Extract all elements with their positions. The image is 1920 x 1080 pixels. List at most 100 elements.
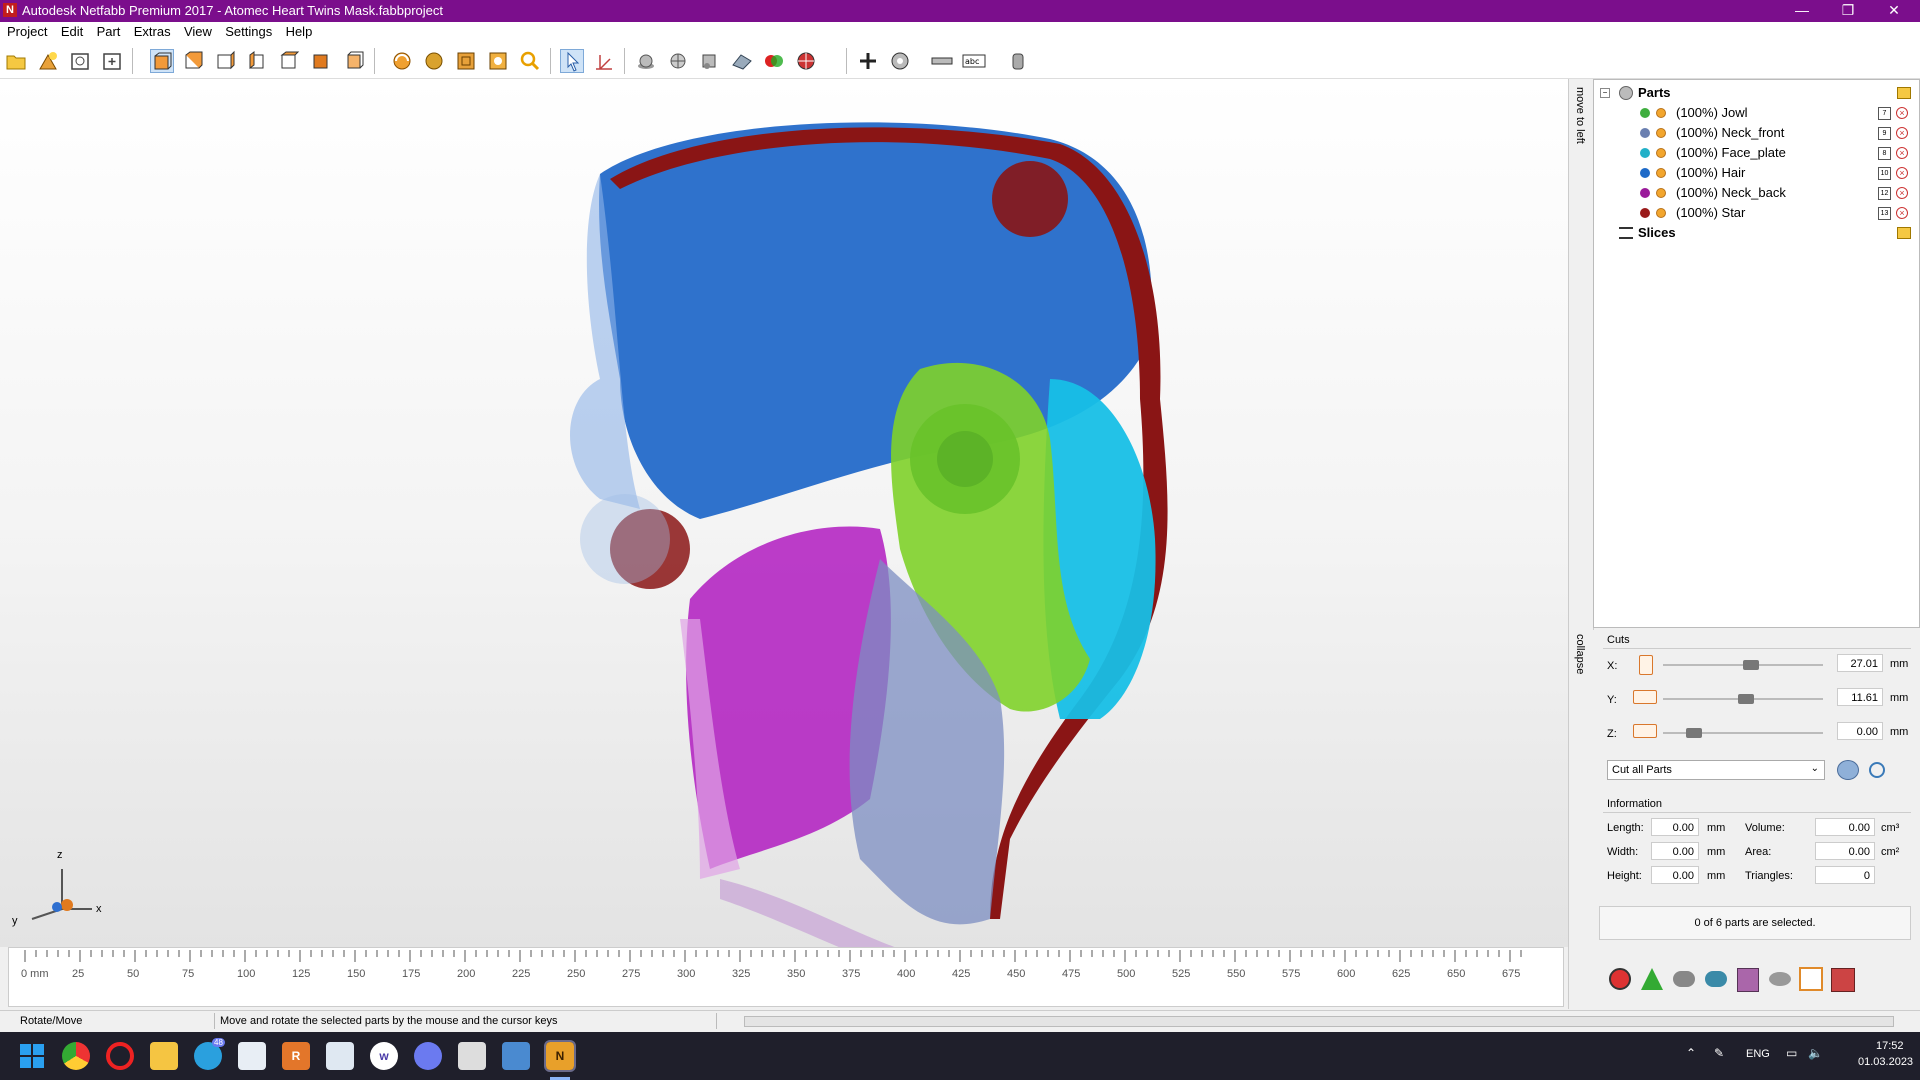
folder-icon[interactable] <box>1897 227 1911 239</box>
tree-part-row[interactable]: (100%) Face_plate 8 × <box>1594 143 1919 163</box>
windows-start-icon[interactable] <box>18 1042 46 1070</box>
view-right-icon[interactable] <box>246 49 270 73</box>
ruler-icon[interactable] <box>930 49 954 73</box>
view-iso-icon[interactable] <box>342 49 366 73</box>
visibility-icon[interactable] <box>1656 168 1666 178</box>
zoom-fit-icon[interactable] <box>454 49 478 73</box>
collapse-button[interactable]: collapse <box>1574 634 1586 674</box>
3d-viewport[interactable]: z y x <box>0 79 1568 947</box>
photos-icon[interactable] <box>502 1042 530 1070</box>
cut-mode-select[interactable]: Cut all Parts ⌄ <box>1607 760 1825 780</box>
lattice-icon[interactable] <box>1831 968 1855 992</box>
sphere-wire-icon[interactable] <box>666 49 690 73</box>
tree-part-row[interactable]: (100%) Hair 10 × <box>1594 163 1919 183</box>
measure-icon[interactable] <box>888 49 912 73</box>
visibility-icon[interactable] <box>1656 208 1666 218</box>
zbrush-icon[interactable] <box>458 1042 486 1070</box>
remove-part-icon[interactable]: × <box>1896 207 1908 219</box>
chevron-up-icon[interactable]: ⌃ <box>1686 1046 1696 1060</box>
settings-icon[interactable] <box>1006 49 1030 73</box>
cut-x-toggle[interactable] <box>1639 655 1653 675</box>
select-pointer-icon[interactable] <box>560 49 584 73</box>
move-to-left-button[interactable]: move to left <box>1574 87 1586 144</box>
pen-icon[interactable]: ✎ <box>1714 1046 1724 1060</box>
menu-edit[interactable]: Edit <box>56 22 88 42</box>
visibility-icon[interactable] <box>1656 108 1666 118</box>
rotate-view-icon[interactable] <box>390 49 414 73</box>
zoom-icon[interactable] <box>518 49 542 73</box>
view-front-icon[interactable] <box>150 49 174 73</box>
cut-x-slider[interactable] <box>1743 660 1759 670</box>
mesh-icon[interactable] <box>730 49 754 73</box>
new-icon[interactable] <box>100 49 124 73</box>
collapse-toggle-icon[interactable]: − <box>1600 88 1610 98</box>
sphere-shade-icon[interactable] <box>634 49 658 73</box>
restore-button[interactable]: ❐ <box>1826 0 1870 22</box>
menu-help[interactable]: Help <box>281 22 318 42</box>
discord-icon[interactable] <box>414 1042 442 1070</box>
remove-part-icon[interactable]: × <box>1896 127 1908 139</box>
network-icon[interactable]: ▭ <box>1786 1046 1797 1060</box>
tree-part-row[interactable]: (100%) Neck_back 12 × <box>1594 183 1919 203</box>
tree-root-parts[interactable]: − Parts <box>1594 83 1919 103</box>
menu-settings[interactable]: Settings <box>220 22 277 42</box>
slice-icon[interactable] <box>1769 972 1791 986</box>
remove-part-icon[interactable]: × <box>1896 167 1908 179</box>
boolean-icon[interactable] <box>1705 971 1727 987</box>
r-app-icon[interactable]: R <box>282 1042 310 1070</box>
remove-part-icon[interactable]: × <box>1896 107 1908 119</box>
mask-model[interactable] <box>0 79 1568 947</box>
menu-project[interactable]: Project <box>2 22 52 42</box>
tree-part-row[interactable]: (100%) Jowl 7 × <box>1594 103 1919 123</box>
cut-z-value[interactable]: 0.00 <box>1837 722 1883 740</box>
folder-icon[interactable] <box>1897 87 1911 99</box>
analysis-icon[interactable] <box>1641 968 1663 990</box>
cube-icon[interactable] <box>698 49 722 73</box>
visibility-icon[interactable] <box>1656 148 1666 158</box>
pan-view-icon[interactable] <box>422 49 446 73</box>
cut-z-slider[interactable] <box>1686 728 1702 738</box>
shell-icon[interactable] <box>1799 967 1823 991</box>
support-icon[interactable] <box>1737 968 1759 992</box>
merge-icon[interactable] <box>1673 971 1695 987</box>
netfabb-icon[interactable]: N <box>544 1040 576 1072</box>
repair-icon[interactable] <box>1609 968 1631 990</box>
open-project-icon[interactable] <box>4 49 28 73</box>
cut-reset-icon[interactable] <box>1869 762 1885 778</box>
remove-part-icon[interactable]: × <box>1896 147 1908 159</box>
menu-extras[interactable]: Extras <box>129 22 176 42</box>
tree-part-row[interactable]: (100%) Neck_front 9 × <box>1594 123 1919 143</box>
clock-time[interactable]: 17:52 <box>1876 1040 1904 1052</box>
opera-icon[interactable] <box>106 1042 134 1070</box>
sections-icon[interactable] <box>794 49 818 73</box>
menu-view[interactable]: View <box>179 22 217 42</box>
add-icon[interactable] <box>856 49 880 73</box>
zoom-selection-icon[interactable] <box>486 49 510 73</box>
import-icon[interactable] <box>68 49 92 73</box>
volume-icon[interactable]: 🔈 <box>1808 1046 1823 1060</box>
clock-date[interactable]: 01.03.2023 <box>1858 1056 1913 1068</box>
remove-part-icon[interactable]: × <box>1896 187 1908 199</box>
view-bottom-icon[interactable] <box>310 49 334 73</box>
cut-x-value[interactable]: 27.01 <box>1837 654 1883 672</box>
cut-y-value[interactable]: 11.61 <box>1837 688 1883 706</box>
tree-slices[interactable]: Slices <box>1594 223 1919 243</box>
chrome-icon[interactable] <box>62 1042 90 1070</box>
minimize-button[interactable]: — <box>1780 0 1824 22</box>
close-button[interactable]: ✕ <box>1872 0 1916 22</box>
color-icon[interactable] <box>762 49 786 73</box>
move-tool-icon[interactable] <box>592 49 616 73</box>
app-icon[interactable] <box>238 1042 266 1070</box>
view-left-icon[interactable] <box>214 49 238 73</box>
label-icon[interactable]: abc <box>962 49 986 73</box>
file-explorer-icon[interactable] <box>150 1042 178 1070</box>
visibility-icon[interactable] <box>1656 188 1666 198</box>
add-part-icon[interactable] <box>36 49 60 73</box>
tree-part-row[interactable]: (100%) Star 13 × <box>1594 203 1919 223</box>
w-app-icon[interactable]: w <box>370 1042 398 1070</box>
cut-y-toggle[interactable] <box>1633 690 1657 704</box>
language-indicator[interactable]: ENG <box>1746 1048 1770 1060</box>
cut-z-toggle[interactable] <box>1633 724 1657 738</box>
view-top-icon[interactable] <box>278 49 302 73</box>
menu-part[interactable]: Part <box>92 22 126 42</box>
